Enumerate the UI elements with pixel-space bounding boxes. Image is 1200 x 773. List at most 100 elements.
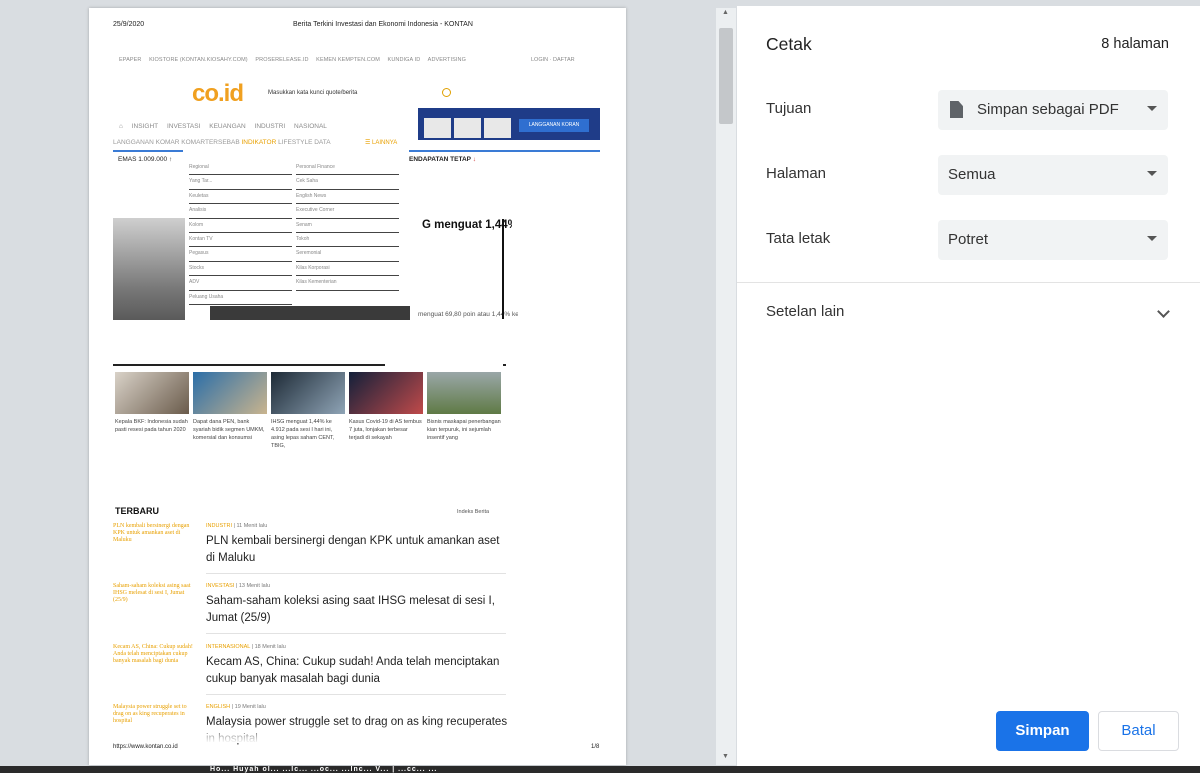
- document-icon: [950, 101, 963, 118]
- dropdown-item: Tokoh: [296, 233, 399, 248]
- preview-scrollbar[interactable]: ▲ ▼: [716, 8, 736, 765]
- news-card-text: IHSG menguat 1,44% ke 4.912 pada sesi I …: [271, 419, 335, 449]
- dropdown-item: Kontan TV: [189, 233, 292, 248]
- main-nav-item: KEUANGAN: [209, 123, 246, 130]
- news-meta: INTERNASIONAL | 18 Menit lalu: [206, 644, 286, 650]
- nav-dropdown: Regional Yang Tar... Keuletas Analisis K…: [186, 156, 400, 305]
- dropdown-item: Cek Saha: [296, 175, 399, 190]
- news-category: INTERNASIONAL: [206, 644, 251, 650]
- dropdown-item: Seremonial: [296, 247, 399, 262]
- page-footer-url: https://www.kontan.co.id: [113, 744, 178, 750]
- chevron-down-icon: [1147, 106, 1157, 111]
- broken-image-alt: Saham-saham koleksi asing saat IHSG mele…: [113, 583, 191, 603]
- page-header-date: 25/9/2020: [113, 21, 145, 28]
- gold-price: EMAS 1.009.000 ↑: [118, 156, 172, 163]
- news-card-image: [115, 372, 189, 414]
- divider: [113, 364, 385, 366]
- search-placeholder: Masukkan kata kunci quote/berita: [268, 90, 358, 96]
- sub-nav-highlight: INDIKATOR: [241, 139, 277, 146]
- newspaper-thumb: [484, 118, 511, 138]
- news-time: | 13 Menit lalu: [235, 583, 271, 589]
- dropdown-item: Analisis: [189, 204, 292, 219]
- layout-value: Potret: [948, 231, 989, 248]
- news-category: INDUSTRI: [206, 523, 232, 529]
- destination-label: Tujuan: [766, 100, 812, 117]
- dropdown-item: Personal Finance: [296, 161, 399, 176]
- broken-image-alt: PLN kembali bersinergi dengan KPK untuk …: [113, 523, 190, 543]
- news-card: Bisnis maskapai penerbangan kian terpuru…: [427, 372, 501, 442]
- more-settings-toggle[interactable]: Setelan lain: [766, 303, 844, 320]
- top-link: EPAPER: [119, 57, 142, 63]
- divider: [737, 282, 1200, 283]
- destination-value: Simpan sebagai PDF: [977, 101, 1119, 118]
- top-links: EPAPER KIOSTORE (KONTAN.KIOSAHY.COM) PRO…: [119, 57, 472, 63]
- divider: [206, 633, 506, 634]
- gold-price-text: EMAS 1.009.000: [118, 156, 168, 163]
- news-meta: ENGLISH | 19 Menit lalu: [206, 704, 266, 710]
- news-title: Saham-saham koleksi asing saat IHSG mele…: [206, 595, 495, 624]
- login-link: LOGIN · DAFTAR: [531, 57, 575, 63]
- dropdown-item: ADV: [189, 276, 292, 291]
- taskbar-strip: Ho... Huyah ol... ...lc... ...oc... ...l…: [0, 766, 1200, 773]
- top-link: KEMEN KEMPTEN.COM: [316, 57, 380, 63]
- dropdown-item: Senam: [296, 219, 399, 233]
- destination-select[interactable]: Simpan sebagai PDF: [938, 90, 1168, 130]
- news-time: | 19 Menit lalu: [231, 704, 266, 710]
- sub-nav: LANGGANAN KOMAR KOMARTERSEBAB INDIKATOR …: [113, 139, 331, 146]
- news-card-image: [349, 372, 423, 414]
- divider: [206, 694, 506, 695]
- more-menu-label: LAINNYA: [372, 140, 398, 146]
- chevron-down-icon: [1147, 236, 1157, 241]
- main-nav-item: NASIONAL: [294, 123, 327, 130]
- page-header-title: Berita Terkini Investasi dan Ekonomi Ind…: [293, 21, 473, 28]
- dropdown-item: Kolom: [189, 219, 292, 233]
- dropdown-item: Executive Corner: [296, 204, 399, 219]
- news-card-image: [271, 372, 345, 414]
- chevron-down-icon: [1147, 171, 1157, 176]
- news-meta: INDUSTRI | 11 Menit lalu: [206, 523, 267, 529]
- broken-image-alt: Malaysia power struggle set to drag on a…: [113, 704, 187, 724]
- pages-label: Halaman: [766, 165, 827, 182]
- dropdown-column-left: Regional Yang Tar... Keuletas Analisis K…: [189, 161, 292, 305]
- news-index-link: Indeks Berita: [457, 509, 490, 515]
- cancel-button[interactable]: Batal: [1098, 711, 1179, 751]
- top-link: KUNDIGA ID: [387, 57, 421, 63]
- dropdown-item: Peluang Usaha: [189, 291, 292, 305]
- site-logo: co.id: [192, 80, 244, 107]
- latest-heading: TERBARU: [115, 506, 159, 516]
- broken-image-alt: Kecam AS, China: Cukup sudah! Anda telah…: [113, 644, 193, 664]
- page-fade: [89, 723, 626, 743]
- page-count: 8 halaman: [1101, 36, 1169, 52]
- dialog-title: Cetak: [766, 34, 812, 54]
- dropdown-item: Stocks: [189, 262, 292, 277]
- hero-image-strip: [210, 306, 410, 320]
- dropdown-item: Regional: [189, 161, 292, 176]
- pages-value: Semua: [948, 166, 996, 183]
- print-settings-panel: Cetak 8 halaman Tujuan Simpan sebagai PD…: [737, 6, 1200, 769]
- main-nav-item: INSIGHT: [131, 123, 159, 130]
- pages-select[interactable]: Semua: [938, 155, 1168, 195]
- save-button[interactable]: Simpan: [996, 711, 1089, 751]
- scrollbar-thumb[interactable]: [719, 28, 733, 124]
- subscribe-banner: LANGGANAN KORAN: [418, 108, 600, 140]
- news-card-text: Kasus Covid-19 di AS tembus 7 juta, lonj…: [349, 419, 422, 441]
- scroll-down-icon[interactable]: ▼: [722, 753, 729, 760]
- divider: [409, 150, 600, 152]
- divider: [503, 364, 506, 366]
- divider: [113, 150, 183, 152]
- layout-label: Tata letak: [766, 230, 831, 247]
- dropdown-item: Kilas Kementerian: [296, 276, 399, 291]
- news-category: ENGLISH: [206, 704, 231, 710]
- news-time: | 11 Menit lalu: [233, 523, 268, 529]
- arrow-up-icon: ↑: [168, 156, 173, 163]
- top-link: KIOSTORE (KONTAN.KIOSAHY.COM): [149, 57, 248, 63]
- divider: [502, 219, 504, 319]
- scroll-up-icon[interactable]: ▲: [722, 9, 729, 16]
- news-card-text: Kepala BKF: Indonesia sudah pasti resesi…: [115, 419, 188, 433]
- news-time: | 18 Menit lalu: [251, 644, 286, 650]
- sub-nav-tail: LIFESTYLE DATA: [278, 139, 331, 146]
- main-nav-item: INVESTASI: [166, 123, 201, 130]
- layout-select[interactable]: Potret: [938, 220, 1168, 260]
- dropdown-item: English News: [296, 190, 399, 205]
- expand-chevron-icon[interactable]: [1157, 305, 1170, 318]
